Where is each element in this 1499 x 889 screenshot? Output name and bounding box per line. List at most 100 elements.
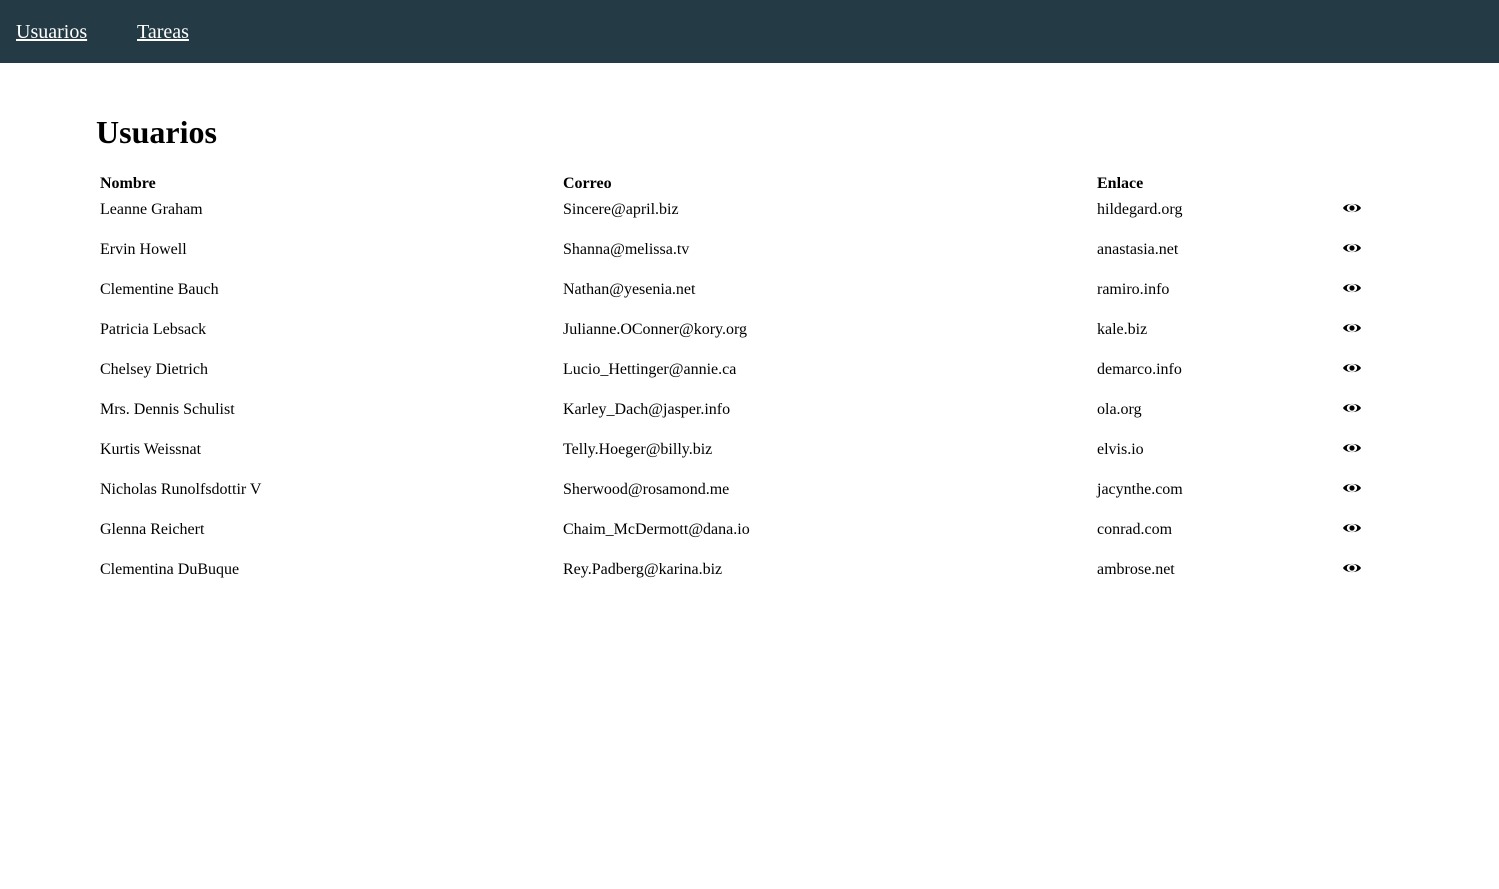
user-email-cell: Sincere@april.biz xyxy=(562,197,1094,235)
user-link-cell: ramiro.info xyxy=(1096,277,1339,315)
user-name-cell: Clementine Bauch xyxy=(99,277,560,315)
table-row: Nicholas Runolfsdottir V Sherwood@rosamon… xyxy=(99,477,1373,515)
user-link: anastasia.net xyxy=(1097,241,1179,258)
user-email-cell: Karley_Dach@jasper.info xyxy=(562,397,1094,435)
user-name-cell: Mrs. Dennis Schulist xyxy=(99,397,560,435)
eye-icon[interactable] xyxy=(1342,441,1362,455)
table-row: Chelsey Dietrich Lucio_Hettinger@annie.ca… xyxy=(99,357,1373,395)
user-email: Karley_Dach@jasper.info xyxy=(563,401,731,418)
user-email: Telly.Hoeger@billy.biz xyxy=(563,441,713,458)
column-header-name: Nombre xyxy=(100,174,156,192)
user-actions-cell xyxy=(1341,197,1373,235)
user-link-cell: demarco.info xyxy=(1096,357,1339,395)
user-name-cell: Glenna Reichert xyxy=(99,517,560,555)
table-header-row: Nombre Correo Enlace xyxy=(99,172,1373,195)
user-actions-cell xyxy=(1341,317,1373,355)
page-title: Usuarios xyxy=(96,114,217,150)
column-header-actions xyxy=(1341,172,1373,195)
user-link: jacynthe.com xyxy=(1097,481,1183,498)
table-row: Clementine Bauch Nathan@yesenia.net ramiro… xyxy=(99,277,1373,315)
user-email: Nathan@yesenia.net xyxy=(563,281,696,298)
user-actions-cell xyxy=(1341,517,1373,555)
user-link: ramiro.info xyxy=(1097,281,1170,298)
user-actions-cell xyxy=(1341,557,1373,595)
user-link: demarco.info xyxy=(1097,361,1182,378)
user-link: hildegard.org xyxy=(1097,201,1183,218)
nav-link-users[interactable]: Usuarios xyxy=(16,20,87,44)
user-name: Glenna Reichert xyxy=(100,521,205,538)
user-link: elvis.io xyxy=(1097,441,1144,458)
eye-icon[interactable] xyxy=(1342,241,1362,255)
user-email-cell: Julianne.OConner@kory.org xyxy=(562,317,1094,355)
user-name: Leanne Graham xyxy=(100,201,203,218)
user-link-cell: conrad.com xyxy=(1096,517,1339,555)
user-actions-cell xyxy=(1341,437,1373,475)
user-email-cell: Nathan@yesenia.net xyxy=(562,277,1094,315)
user-name-cell: Clementina DuBuque xyxy=(99,557,560,595)
user-name-cell: Nicholas Runolfsdottir V xyxy=(99,477,560,515)
eye-icon[interactable] xyxy=(1342,201,1362,215)
user-email-cell: Chaim_McDermott@dana.io xyxy=(562,517,1094,555)
table-row: Kurtis Weissnat Telly.Hoeger@billy.biz elv… xyxy=(99,437,1373,475)
user-email-cell: Rey.Padberg@karina.biz xyxy=(562,557,1094,595)
column-header-email: Correo xyxy=(563,174,612,192)
user-actions-cell xyxy=(1341,357,1373,395)
user-name: Patricia Lebsack xyxy=(100,321,207,338)
user-name-cell: Chelsey Dietrich xyxy=(99,357,560,395)
user-email: Sincere@april.biz xyxy=(563,201,679,218)
user-link-cell: hildegard.org xyxy=(1096,197,1339,235)
user-name: Ervin Howell xyxy=(100,241,187,258)
users-table: Nombre Correo Enlace Leanne Graham Sincer… xyxy=(97,170,1375,597)
user-link-cell: kale.biz xyxy=(1096,317,1339,355)
user-link-cell: ambrose.net xyxy=(1096,557,1339,595)
user-name-cell: Patricia Lebsack xyxy=(99,317,560,355)
user-name: Clementine Bauch xyxy=(100,281,219,298)
user-name: Chelsey Dietrich xyxy=(100,361,208,378)
user-link: kale.biz xyxy=(1097,321,1148,338)
table-row: Leanne Graham Sincere@april.biz hildegard.… xyxy=(99,197,1373,235)
user-link-cell: ola.org xyxy=(1096,397,1339,435)
user-name: Kurtis Weissnat xyxy=(100,441,202,458)
table-row: Mrs. Dennis Schulist Karley_Dach@jasper.i… xyxy=(99,397,1373,435)
eye-icon[interactable] xyxy=(1342,321,1362,335)
user-email: Lucio_Hettinger@annie.ca xyxy=(563,361,737,378)
user-name: Mrs. Dennis Schulist xyxy=(100,401,235,418)
user-name-cell: Leanne Graham xyxy=(99,197,560,235)
user-email-cell: Telly.Hoeger@billy.biz xyxy=(562,437,1094,475)
user-actions-cell xyxy=(1341,397,1373,435)
user-email-cell: Sherwood@rosamond.me xyxy=(562,477,1094,515)
column-header-link: Enlace xyxy=(1097,174,1144,192)
user-actions-cell xyxy=(1341,277,1373,315)
nav-link-tasks[interactable]: Tareas xyxy=(137,20,189,44)
eye-icon[interactable] xyxy=(1342,281,1362,295)
user-link: conrad.com xyxy=(1097,521,1173,538)
user-email: Shanna@melissa.tv xyxy=(563,241,690,258)
user-name: Clementina DuBuque xyxy=(100,561,240,578)
top-navigation-bar: Usuarios Tareas xyxy=(0,0,1499,63)
table-body: Leanne Graham Sincere@april.biz hildegard.… xyxy=(99,197,1373,595)
table-row: Clementina DuBuque Rey.Padberg@karina.biz… xyxy=(99,557,1373,595)
user-link: ola.org xyxy=(1097,401,1142,418)
user-actions-cell xyxy=(1341,237,1373,275)
eye-icon[interactable] xyxy=(1342,521,1362,535)
user-email: Sherwood@rosamond.me xyxy=(563,481,730,498)
eye-icon[interactable] xyxy=(1342,401,1362,415)
user-link-cell: anastasia.net xyxy=(1096,237,1339,275)
user-email: Rey.Padberg@karina.biz xyxy=(563,561,723,578)
user-link-cell: elvis.io xyxy=(1096,437,1339,475)
user-email: Julianne.OConner@kory.org xyxy=(563,321,748,338)
user-email-cell: Lucio_Hettinger@annie.ca xyxy=(562,357,1094,395)
eye-icon[interactable] xyxy=(1342,481,1362,495)
user-email: Chaim_McDermott@dana.io xyxy=(563,521,750,538)
table-row: Ervin Howell Shanna@melissa.tv anastasia.n… xyxy=(99,237,1373,275)
user-name-cell: Ervin Howell xyxy=(99,237,560,275)
user-name: Nicholas Runolfsdottir V xyxy=(100,481,262,498)
user-email-cell: Shanna@melissa.tv xyxy=(562,237,1094,275)
user-actions-cell xyxy=(1341,477,1373,515)
user-link: ambrose.net xyxy=(1097,561,1175,578)
user-link-cell: jacynthe.com xyxy=(1096,477,1339,515)
user-name-cell: Kurtis Weissnat xyxy=(99,437,560,475)
eye-icon[interactable] xyxy=(1342,561,1362,575)
eye-icon[interactable] xyxy=(1342,361,1362,375)
table-row: Glenna Reichert Chaim_McDermott@dana.io co… xyxy=(99,517,1373,555)
